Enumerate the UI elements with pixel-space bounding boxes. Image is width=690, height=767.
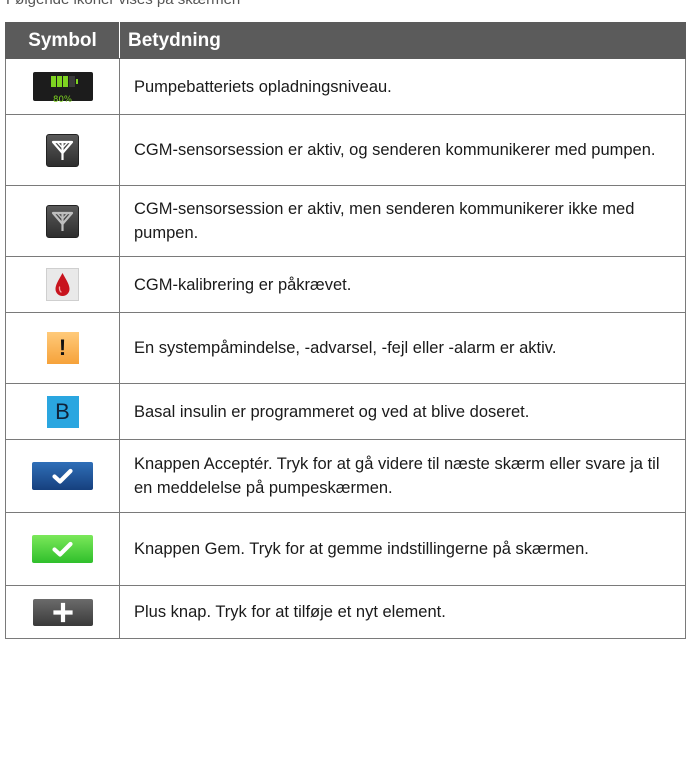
- battery-icon: 80%: [32, 72, 93, 105]
- row-description: CGM-sensorsession er aktiv, men senderen…: [119, 185, 686, 257]
- blood-drop-icon: [46, 268, 79, 301]
- save-button-icon: [32, 535, 93, 563]
- table-row: B Basal insulin er programmeret og ved a…: [5, 383, 686, 440]
- column-header-symbol: Symbol: [5, 22, 120, 59]
- table-row: Plus knap. Tryk for at tilføje et nyt el…: [5, 585, 686, 639]
- cut-off-heading: Følgende ikoner vises på skærmen: [0, 0, 690, 12]
- table-row: ! En systempåmindelse, -advarsel, -fejl …: [5, 312, 686, 384]
- table-row: CGM-kalibrering er påkrævet.: [5, 256, 686, 313]
- table-row: CGM-sensorsession er aktiv, og senderen …: [5, 114, 686, 186]
- table-row: CGM-sensorsession er aktiv, men senderen…: [5, 185, 686, 257]
- row-description: Knappen Gem. Tryk for at gemme indstilli…: [119, 512, 686, 586]
- row-description: En systempåmindelse, -advarsel, -fejl el…: [119, 312, 686, 384]
- row-description: Knappen Acceptér. Tryk for at gå videre …: [119, 439, 686, 513]
- cut-off-heading-text: Følgende ikoner vises på skærmen: [6, 0, 240, 8]
- cgm-antenna-no-communication-icon: [46, 204, 79, 238]
- table-row: Knappen Acceptér. Tryk for at gå videre …: [5, 439, 686, 513]
- row-description: CGM-kalibrering er påkrævet.: [119, 256, 686, 313]
- basal-icon: B: [46, 395, 79, 428]
- accept-button-icon: [32, 462, 93, 490]
- table-row: Knappen Gem. Tryk for at gemme indstilli…: [5, 512, 686, 586]
- plus-button-icon: [32, 598, 93, 626]
- table-header-row: Symbol Betydning: [5, 22, 686, 59]
- row-description: Pumpebatteriets opladningsniveau.: [119, 58, 686, 115]
- table-row: 80% Pumpebatteriets opladningsniveau.: [5, 58, 686, 115]
- row-description: Basal insulin er programmeret og ved at …: [119, 383, 686, 440]
- column-header-meaning: Betydning: [119, 22, 686, 59]
- exclamation-icon: !: [46, 332, 79, 364]
- cgm-antenna-active-icon: [46, 133, 79, 167]
- symbol-table: Symbol Betydning 80% Pumpebatteriets opl…: [5, 22, 686, 639]
- row-description: Plus knap. Tryk for at tilføje et nyt el…: [119, 585, 686, 639]
- battery-percent: 80%: [53, 95, 72, 105]
- row-description: CGM-sensorsession er aktiv, og senderen …: [119, 114, 686, 186]
